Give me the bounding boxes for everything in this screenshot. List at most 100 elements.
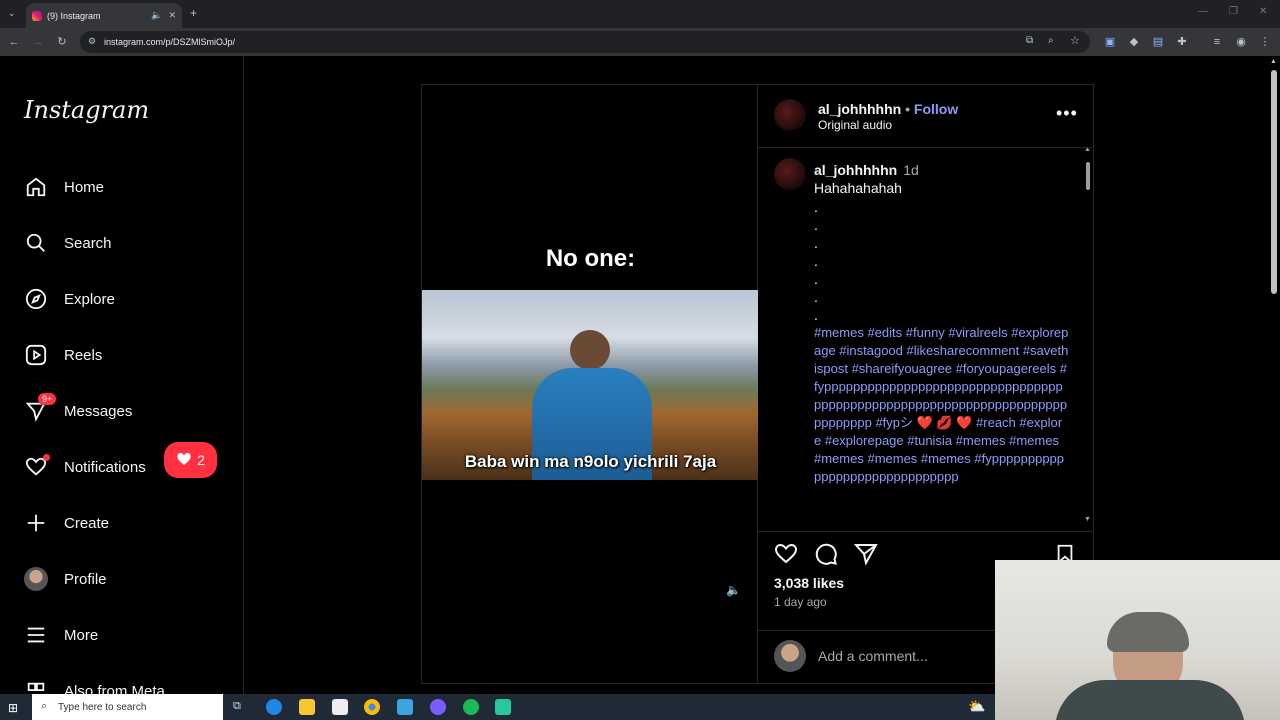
video-frame: Baba win ma n9olo yichrili 7aja [422, 290, 759, 480]
edge-icon[interactable] [266, 699, 282, 715]
speaker-icon[interactable]: 🔈 [151, 10, 162, 21]
comment-input[interactable] [818, 648, 1018, 664]
file-explorer-icon[interactable] [299, 699, 315, 715]
taskbar-search[interactable]: ⌕ Type here to search [32, 694, 223, 720]
share-icon[interactable] [853, 542, 878, 571]
caption-username[interactable]: al_johhhhhn [814, 162, 897, 178]
windows-start-icon[interactable]: ⊞ [8, 701, 18, 715]
video-caption-text: Baba win ma n9olo yichrili 7aja [464, 452, 717, 471]
caption-header: al_johhhhhn 1d [814, 162, 919, 178]
notification-dot [43, 454, 50, 461]
webcam-beanie [1107, 612, 1189, 652]
new-tab-icon[interactable]: + [190, 6, 197, 20]
windows-taskbar: ⊞ ⌕ Type here to search ⧉ ⛅ [0, 694, 995, 720]
sidebar-nav: Instagram Home Search Explore Reels 9+ M… [0, 56, 244, 700]
page-scroll-up-icon[interactable]: ▲ [1270, 58, 1277, 65]
sidebar-item-reels[interactable]: Reels [24, 335, 224, 375]
close-window-icon[interactable]: ✕ [1259, 6, 1267, 17]
menu-icon [24, 623, 48, 647]
caption-text: Hahahahahah [814, 180, 902, 196]
app-2-icon[interactable] [430, 699, 446, 715]
header-separator: • [905, 101, 911, 117]
url-text: instagram.com/p/DSZMlSmiOJp/ [104, 37, 236, 47]
heart-filled-icon [176, 451, 192, 470]
chrome-icon[interactable] [364, 699, 380, 715]
sidebar-item-label: Create [64, 514, 110, 532]
translate-extension-icon[interactable]: ▣ [1102, 34, 1118, 50]
profile-icon[interactable]: ◉ [1233, 34, 1249, 50]
post-age: 1 day ago [774, 595, 827, 609]
caption-time: 1d [903, 162, 919, 178]
speaker-mute-icon[interactable]: 🔈 [726, 583, 741, 597]
site-info-icon[interactable]: ⚙ [88, 36, 96, 47]
sidebar-item-more[interactable]: More [24, 615, 224, 655]
search-icon [24, 231, 48, 255]
extensions-puzzle-icon[interactable]: ✚ [1174, 34, 1190, 50]
post-video[interactable]: No one: Baba win ma n9olo yichrili 7aja … [421, 84, 759, 684]
instagram-favicon-icon [32, 10, 42, 21]
scroll-up-icon[interactable]: ▲ [1084, 148, 1091, 153]
tab-list-icon[interactable]: ⌄ [8, 8, 16, 19]
avatar [24, 567, 48, 591]
browser-tab[interactable]: (9) Instagram 🔈 ✕ [26, 3, 182, 28]
extension-icon[interactable]: ◆ [1126, 34, 1142, 50]
sidebar-item-explore[interactable]: Explore [24, 279, 224, 319]
sidebar-item-label: Search [64, 234, 112, 252]
forward-icon[interactable]: → [30, 34, 46, 50]
webcam-shoulders [1055, 680, 1245, 720]
sidebar-item-search[interactable]: Search [24, 223, 224, 263]
reload-icon[interactable]: ↻ [54, 34, 70, 50]
sidebar-item-label: Messages [64, 402, 133, 420]
sidebar-item-messages[interactable]: 9+ Messages [24, 391, 224, 431]
sidebar-item-profile[interactable]: Profile [24, 559, 224, 599]
address-bar[interactable]: ⚙ instagram.com/p/DSZMlSmiOJp/ ⧉ ⌕ ☆ [80, 31, 1090, 53]
follow-button[interactable]: Follow [914, 101, 958, 117]
messenger-icon: 9+ [24, 393, 57, 423]
scroll-down-icon[interactable]: ▼ [1084, 516, 1091, 523]
like-icon[interactable] [774, 542, 798, 571]
caption-author-avatar[interactable] [774, 158, 806, 190]
restore-icon[interactable]: ❐ [1229, 6, 1238, 17]
minimize-icon[interactable]: — [1198, 6, 1208, 17]
comments-section: al_johhhhhn 1d Hahahahahah . . . . . . . … [758, 148, 1094, 526]
app-icon[interactable] [397, 699, 413, 715]
cast-icon[interactable]: ⧉ [1026, 35, 1033, 46]
home-icon [24, 175, 48, 199]
instagram-logo[interactable]: Instagram [24, 96, 149, 124]
video-top-text: No one: [545, 245, 636, 272]
caption-hashtags[interactable]: #memes #edits #funny #viralreels #explor… [814, 324, 1069, 486]
compass-icon [24, 287, 48, 311]
browser-toolbar: ← → ↻ ⚙ instagram.com/p/DSZMlSmiOJp/ ⧉ ⌕… [0, 28, 1280, 56]
back-icon[interactable]: ← [6, 34, 22, 50]
scroll-thumb[interactable] [1086, 162, 1090, 190]
caption-dots: . . . . . . . [814, 199, 818, 323]
browser-tabstrip: ⌄ (9) Instagram 🔈 ✕ + — ❐ ✕ [0, 0, 1280, 28]
audio-link[interactable]: Original audio [818, 118, 892, 132]
task-view-icon[interactable]: ⧉ [233, 700, 241, 713]
store-icon[interactable] [332, 699, 348, 715]
sidebar-item-label: Reels [64, 346, 103, 364]
more-options-icon[interactable]: ••• [1056, 103, 1078, 124]
page-scroll-thumb[interactable] [1271, 70, 1277, 294]
media-control-icon[interactable]: ≡ [1209, 34, 1225, 50]
author-avatar[interactable] [774, 99, 806, 131]
tab-title: (9) Instagram [47, 10, 101, 21]
extension-2-icon[interactable]: ▤ [1150, 34, 1166, 50]
author-username[interactable]: al_johhhhhn [818, 101, 901, 117]
sidebar-item-create[interactable]: Create [24, 503, 224, 543]
comments-scrollbar[interactable]: ▲ ▼ [1084, 148, 1092, 526]
likes-count[interactable]: 3,038 likes [774, 575, 844, 591]
weather-icon[interactable]: ⛅ [968, 698, 985, 715]
app-3-icon[interactable] [495, 699, 511, 715]
close-tab-icon[interactable]: ✕ [168, 10, 176, 21]
messages-badge: 9+ [38, 393, 57, 405]
notifications-pill[interactable]: 2 [164, 442, 217, 478]
chrome-menu-icon[interactable]: ⋮ [1257, 34, 1273, 50]
search-icon: ⌕ [41, 700, 48, 712]
comment-icon[interactable] [814, 542, 838, 571]
spotify-icon[interactable] [463, 699, 479, 715]
sidebar-item-home[interactable]: Home [24, 167, 224, 207]
zoom-icon[interactable]: ⌕ [1048, 35, 1054, 46]
viewer-avatar [774, 640, 806, 672]
bookmark-star-icon[interactable]: ☆ [1070, 34, 1080, 47]
